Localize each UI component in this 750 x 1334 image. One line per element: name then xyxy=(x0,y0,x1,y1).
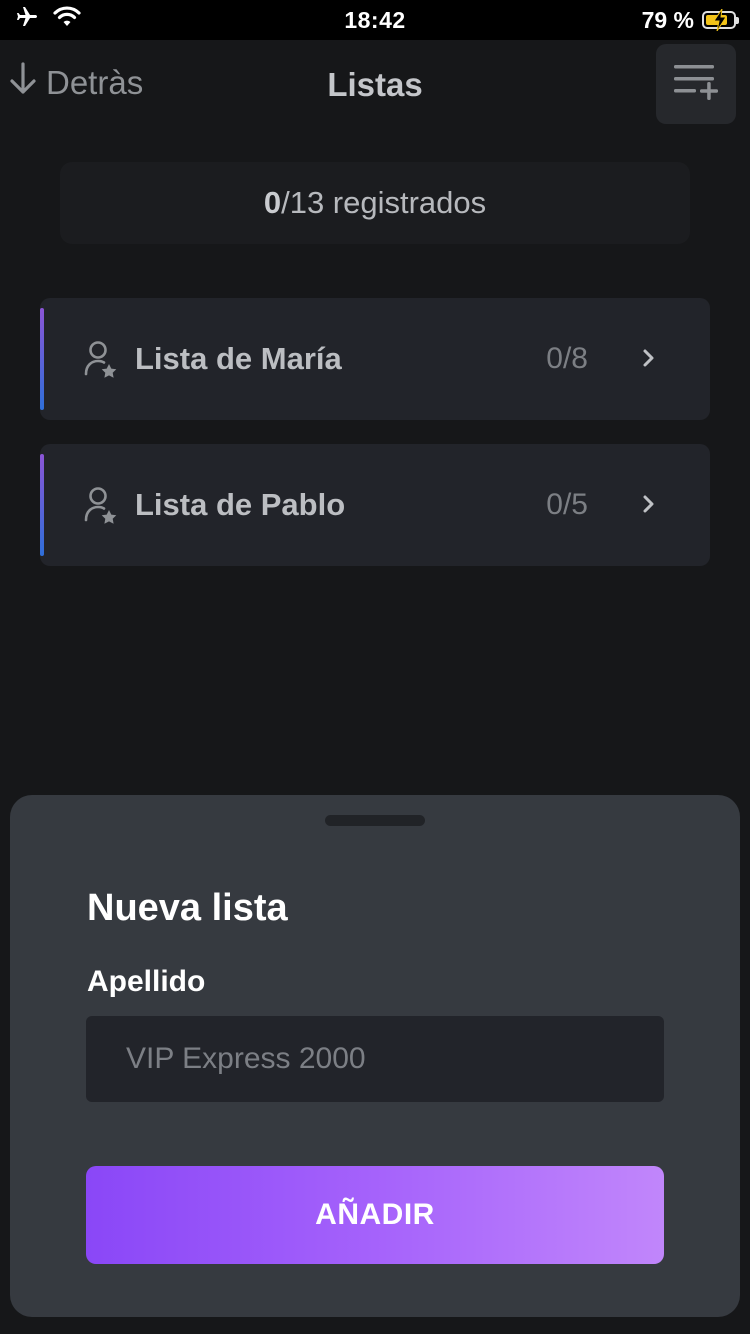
status-right: 79 % xyxy=(536,6,739,34)
registered-count: 0 xyxy=(263,185,282,220)
list-item[interactable]: Lista de María 0/8 xyxy=(40,298,710,420)
user-star-icon xyxy=(84,340,118,383)
add-list-button[interactable] xyxy=(656,44,736,124)
surname-label: Apellido xyxy=(87,965,206,998)
bolt-icon xyxy=(713,9,727,31)
sheet-title: Nueva lista xyxy=(87,887,288,929)
list-accent-bar xyxy=(40,308,44,410)
airplane-icon xyxy=(14,5,40,35)
list-name: Lista de María xyxy=(135,341,342,376)
chevron-right-icon xyxy=(642,494,656,519)
list-count: 0/8 xyxy=(546,342,588,375)
add-button[interactable]: AÑADIR xyxy=(86,1166,664,1264)
surname-input[interactable] xyxy=(86,1016,664,1102)
status-time: 18:42 xyxy=(344,6,406,33)
nav-bar: Detràs Listas xyxy=(0,40,750,128)
registered-summary: 0/13 registrados xyxy=(60,162,690,244)
chevron-right-icon xyxy=(642,348,656,373)
sheet-drag-handle[interactable] xyxy=(325,815,425,826)
list-item[interactable]: Lista de Pablo 0/5 xyxy=(40,444,710,566)
list-name: Lista de Pablo xyxy=(135,487,346,522)
list-count: 0/5 xyxy=(546,488,588,521)
battery-charging-icon xyxy=(702,9,739,31)
status-left xyxy=(14,5,214,35)
battery-percent: 79 % xyxy=(641,6,694,33)
list-accent-bar xyxy=(40,454,44,556)
list-add-icon xyxy=(672,61,720,108)
registered-total: /13 registrados xyxy=(281,185,487,220)
screen: 18:42 79 % Detràs Listas 0 /13 registrad… xyxy=(0,0,750,1334)
status-bar: 18:42 79 % xyxy=(0,0,750,40)
user-star-icon xyxy=(84,486,118,529)
page-title: Listas xyxy=(327,66,423,103)
wifi-icon xyxy=(52,6,82,34)
new-list-sheet: Nueva lista Apellido AÑADIR xyxy=(10,795,740,1317)
